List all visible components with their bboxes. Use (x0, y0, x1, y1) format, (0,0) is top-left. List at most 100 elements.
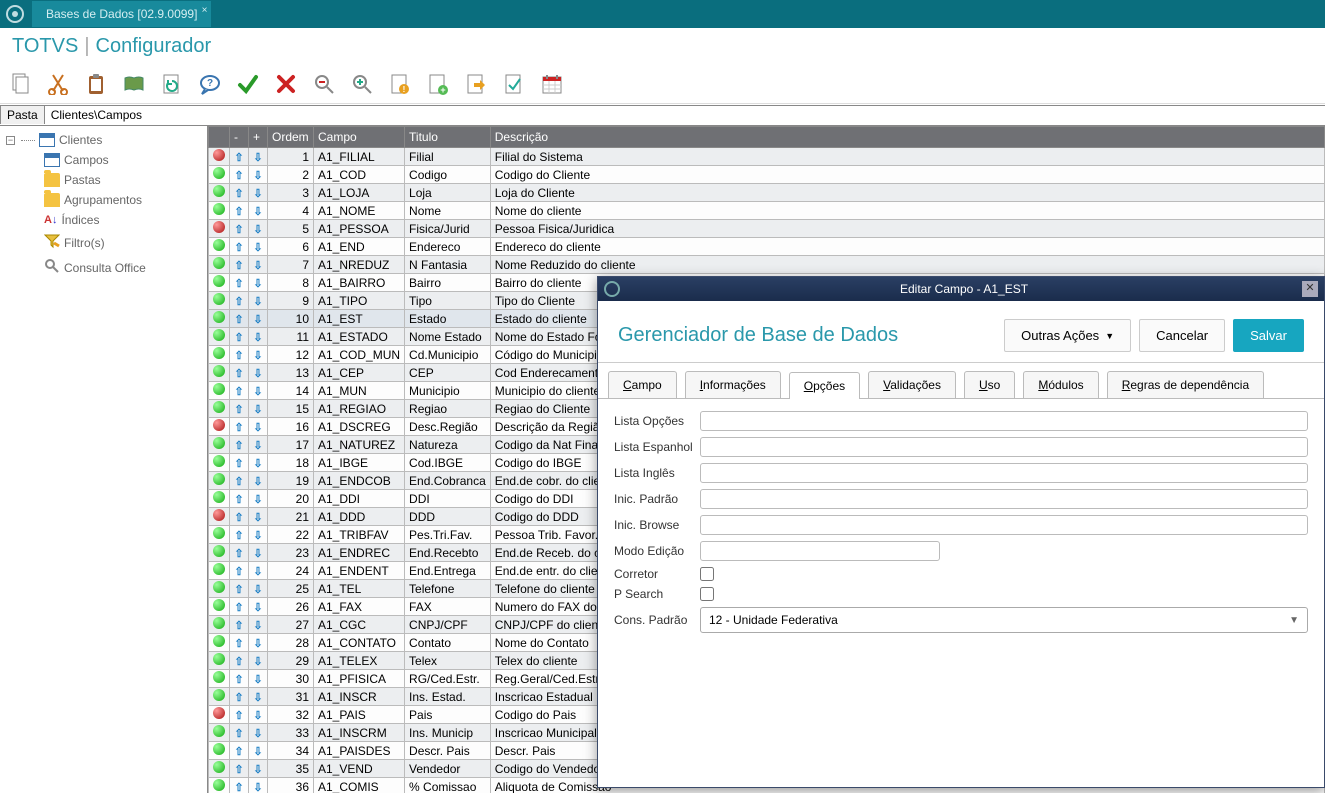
copy-icon[interactable] (8, 72, 32, 96)
arrow-up-icon[interactable]: ⇧ (234, 169, 244, 182)
arrow-up-icon[interactable]: ⇧ (234, 367, 244, 380)
tree-item[interactable]: Agrupamentos (42, 190, 203, 210)
tab-regras[interactable]: Regras de dependência (1107, 371, 1264, 398)
arrow-up-icon[interactable]: ⇧ (234, 403, 244, 416)
table-row[interactable]: ⇧ ⇩ 1 A1_FILIAL Filial Filial do Sistema (209, 148, 1325, 166)
arrow-down-icon[interactable]: ⇩ (253, 583, 263, 596)
tab-modulos[interactable]: Módulos (1023, 371, 1098, 398)
arrow-up-icon[interactable]: ⇧ (234, 619, 244, 632)
arrow-up-icon[interactable]: ⇧ (234, 745, 244, 758)
tree-item[interactable]: A↓Índices (42, 210, 203, 230)
arrow-down-icon[interactable]: ⇩ (253, 727, 263, 740)
arrow-down-icon[interactable]: ⇩ (253, 187, 263, 200)
arrow-up-icon[interactable]: ⇧ (234, 295, 244, 308)
other-actions-button[interactable]: Outras Ações▼ (1004, 319, 1131, 352)
collapse-icon[interactable]: − (6, 136, 15, 145)
arrow-up-icon[interactable]: ⇧ (234, 457, 244, 470)
zoom-in-icon[interactable] (350, 72, 374, 96)
tab-opcoes[interactable]: Opções (789, 372, 860, 399)
tab-campo[interactable]: Campo (608, 371, 677, 398)
close-icon[interactable]: ✕ (1302, 281, 1318, 297)
arrow-down-icon[interactable]: ⇩ (253, 619, 263, 632)
arrow-up-icon[interactable]: ⇧ (234, 655, 244, 668)
arrow-up-icon[interactable]: ⇧ (234, 727, 244, 740)
arrow-down-icon[interactable]: ⇩ (253, 385, 263, 398)
arrow-down-icon[interactable]: ⇩ (253, 259, 263, 272)
app-tab[interactable]: Bases de Dados [02.9.0099]× (32, 1, 211, 27)
arrow-down-icon[interactable]: ⇩ (253, 673, 263, 686)
table-row[interactable]: ⇧ ⇩ 3 A1_LOJA Loja Loja do Cliente (209, 184, 1325, 202)
tab-validacoes[interactable]: Validações (868, 371, 956, 398)
table-row[interactable]: ⇧ ⇩ 5 A1_PESSOA Fisica/Jurid Pessoa Fisi… (209, 220, 1325, 238)
tab-informacoes[interactable]: Informações (685, 371, 781, 398)
tree-root[interactable]: − Clientes (4, 130, 203, 150)
arrow-down-icon[interactable]: ⇩ (253, 691, 263, 704)
arrow-down-icon[interactable]: ⇩ (253, 475, 263, 488)
arrow-down-icon[interactable]: ⇩ (253, 169, 263, 182)
arrow-down-icon[interactable]: ⇩ (253, 349, 263, 362)
cancel-icon[interactable] (274, 72, 298, 96)
table-row[interactable]: ⇧ ⇩ 6 A1_END Endereco Endereco do client… (209, 238, 1325, 256)
arrow-up-icon[interactable]: ⇧ (234, 781, 244, 793)
tree-item[interactable]: Campos (42, 150, 203, 170)
arrow-up-icon[interactable]: ⇧ (234, 475, 244, 488)
check-psearch[interactable] (700, 587, 714, 601)
arrow-down-icon[interactable]: ⇩ (253, 511, 263, 524)
arrow-down-icon[interactable]: ⇩ (253, 241, 263, 254)
arrow-up-icon[interactable]: ⇧ (234, 223, 244, 236)
arrow-up-icon[interactable]: ⇧ (234, 637, 244, 650)
arrow-up-icon[interactable]: ⇧ (234, 601, 244, 614)
arrow-up-icon[interactable]: ⇧ (234, 259, 244, 272)
table-row[interactable]: ⇧ ⇩ 7 A1_NREDUZ N Fantasia Nome Reduzido… (209, 256, 1325, 274)
arrow-up-icon[interactable]: ⇧ (234, 673, 244, 686)
arrow-down-icon[interactable]: ⇩ (253, 439, 263, 452)
input-lista-esp[interactable] (700, 437, 1308, 457)
tab-uso[interactable]: Uso (964, 371, 1015, 398)
arrow-down-icon[interactable]: ⇩ (253, 547, 263, 560)
arrow-down-icon[interactable]: ⇩ (253, 601, 263, 614)
page-arrow-icon[interactable] (464, 72, 488, 96)
arrow-up-icon[interactable]: ⇧ (234, 511, 244, 524)
arrow-down-icon[interactable]: ⇩ (253, 529, 263, 542)
arrow-up-icon[interactable]: ⇧ (234, 529, 244, 542)
input-inic-browse[interactable] (700, 515, 1308, 535)
arrow-up-icon[interactable]: ⇧ (234, 493, 244, 506)
arrow-down-icon[interactable]: ⇩ (253, 421, 263, 434)
arrow-up-icon[interactable]: ⇧ (234, 331, 244, 344)
arrow-up-icon[interactable]: ⇧ (234, 439, 244, 452)
cancel-button[interactable]: Cancelar (1139, 319, 1225, 352)
check-corretor[interactable] (700, 567, 714, 581)
table-row[interactable]: ⇧ ⇩ 4 A1_NOME Nome Nome do cliente (209, 202, 1325, 220)
select-cons-padrao[interactable]: 12 - Unidade Federativa ▼ (700, 607, 1308, 633)
arrow-down-icon[interactable]: ⇩ (253, 277, 263, 290)
save-button[interactable]: Salvar (1233, 319, 1304, 352)
zoom-out-icon[interactable] (312, 72, 336, 96)
input-lista-ing[interactable] (700, 463, 1308, 483)
check-icon[interactable] (236, 72, 260, 96)
arrow-up-icon[interactable]: ⇧ (234, 205, 244, 218)
close-icon[interactable]: × (202, 5, 208, 16)
table-row[interactable]: ⇧ ⇩ 2 A1_COD Codigo Codigo do Cliente (209, 166, 1325, 184)
arrow-up-icon[interactable]: ⇧ (234, 691, 244, 704)
arrow-up-icon[interactable]: ⇧ (234, 385, 244, 398)
arrow-down-icon[interactable]: ⇩ (253, 331, 263, 344)
arrow-down-icon[interactable]: ⇩ (253, 313, 263, 326)
arrow-up-icon[interactable]: ⇧ (234, 421, 244, 434)
arrow-up-icon[interactable]: ⇧ (234, 151, 244, 164)
arrow-down-icon[interactable]: ⇩ (253, 151, 263, 164)
arrow-up-icon[interactable]: ⇧ (234, 763, 244, 776)
arrow-down-icon[interactable]: ⇩ (253, 493, 263, 506)
arrow-up-icon[interactable]: ⇧ (234, 709, 244, 722)
page-refresh-icon[interactable] (160, 72, 184, 96)
arrow-down-icon[interactable]: ⇩ (253, 745, 263, 758)
input-modo-ed[interactable] (700, 541, 940, 561)
arrow-up-icon[interactable]: ⇧ (234, 565, 244, 578)
arrow-down-icon[interactable]: ⇩ (253, 205, 263, 218)
tree-item[interactable]: Consulta Office (42, 255, 203, 280)
arrow-up-icon[interactable]: ⇧ (234, 277, 244, 290)
book-icon[interactable] (122, 72, 146, 96)
arrow-down-icon[interactable]: ⇩ (253, 781, 263, 793)
arrow-down-icon[interactable]: ⇩ (253, 223, 263, 236)
arrow-up-icon[interactable]: ⇧ (234, 349, 244, 362)
arrow-down-icon[interactable]: ⇩ (253, 295, 263, 308)
